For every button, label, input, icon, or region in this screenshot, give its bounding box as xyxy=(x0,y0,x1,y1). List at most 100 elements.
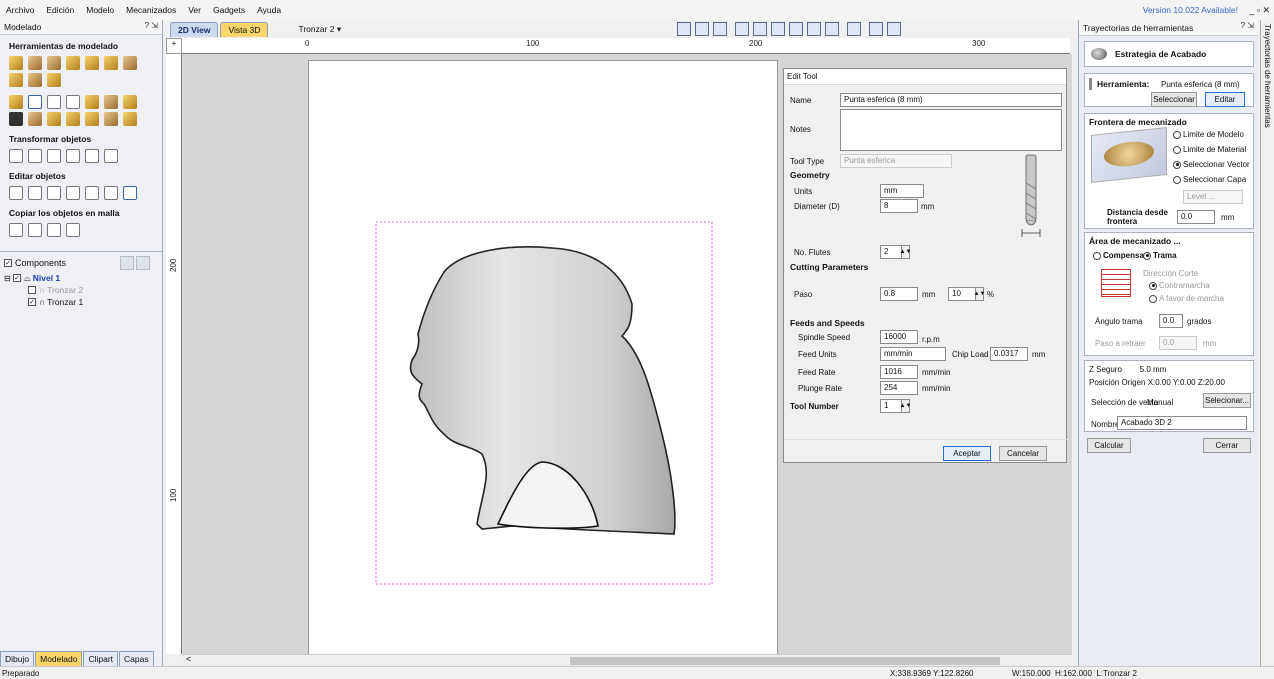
offset-option[interactable]: Compensa xyxy=(1093,251,1144,260)
raster-option[interactable]: Trama xyxy=(1143,251,1177,260)
measure-icon[interactable] xyxy=(104,186,118,200)
move-up-icon[interactable] xyxy=(120,256,134,270)
item2-checkbox[interactable]: ✓ xyxy=(28,298,36,306)
zoom-all-icon[interactable] xyxy=(771,22,786,36)
flutes-spinner[interactable]: ▲▼ xyxy=(900,245,911,259)
texture-icon[interactable] xyxy=(9,73,23,87)
version-link[interactable]: Version 10.022 Available! xyxy=(1143,0,1238,20)
import-model-icon[interactable] xyxy=(104,95,118,109)
level-checkbox[interactable]: ✓ xyxy=(13,274,21,282)
grid-icon[interactable] xyxy=(713,22,728,36)
lock-icon[interactable] xyxy=(85,112,99,126)
menu-modelo[interactable]: Modelo xyxy=(80,0,120,20)
item1-checkbox[interactable] xyxy=(28,286,36,294)
edit-tool-button[interactable]: Editar xyxy=(1205,92,1245,107)
relief-icon[interactable] xyxy=(123,112,137,126)
fade-icon[interactable] xyxy=(104,56,118,70)
tab-2d-view[interactable]: 2D View xyxy=(170,21,219,37)
plunge-input[interactable]: 254 xyxy=(880,381,918,395)
smooth-icon[interactable] xyxy=(85,56,99,70)
tree-item-row[interactable]: ∩ Tronzar 2 xyxy=(4,284,162,296)
snap-icon[interactable] xyxy=(807,22,822,36)
tab-capas[interactable]: Capas xyxy=(119,651,154,666)
flatten-icon[interactable] xyxy=(123,56,137,70)
ungroup-icon[interactable] xyxy=(85,186,99,200)
tab-3d-view[interactable]: Vista 3D xyxy=(220,21,269,37)
paso-percent-input[interactable]: 10 xyxy=(948,287,976,301)
retract-input[interactable]: 0.0 xyxy=(1159,336,1197,350)
bulb-icon[interactable] xyxy=(847,22,862,36)
frontier-option[interactable]: Limite de Material xyxy=(1173,145,1246,154)
ok-button[interactable]: Aceptar xyxy=(943,446,991,461)
scroll-left-arrow[interactable]: < xyxy=(186,654,191,664)
move-down-icon[interactable] xyxy=(136,256,150,270)
panel-header-buttons[interactable]: ? ⇲ xyxy=(145,21,158,30)
mirror-icon[interactable] xyxy=(47,95,61,109)
group-icon[interactable] xyxy=(66,186,80,200)
paso-input[interactable]: 0.8 xyxy=(880,287,918,301)
paso-spinner[interactable]: ▲▼ xyxy=(974,287,985,301)
climb-option[interactable]: Contramarcha xyxy=(1149,281,1210,290)
copy-along-vector-icon[interactable] xyxy=(47,223,61,237)
horizontal-scrollbar[interactable]: < xyxy=(182,654,1072,666)
select-tool-button[interactable]: Seleccionar xyxy=(1151,92,1197,107)
tilt-icon[interactable] xyxy=(28,73,42,87)
pattern-icon[interactable] xyxy=(28,112,42,126)
level-select[interactable]: Level ... xyxy=(1183,190,1243,204)
toolpath-name-input[interactable]: Acabado 3D 2 xyxy=(1117,416,1247,430)
toolpaths-header-buttons[interactable]: ? ⇲ xyxy=(1241,21,1254,30)
tool-name-input[interactable]: Punta esferica (8 mm) xyxy=(840,93,1062,107)
tab-modelado[interactable]: Modelado xyxy=(35,651,83,666)
calculate-button[interactable]: Calcular xyxy=(1087,438,1131,453)
tool-type-select[interactable]: Punta esferica xyxy=(840,154,952,168)
arch-icon[interactable] xyxy=(66,112,80,126)
select-icon[interactable] xyxy=(9,186,23,200)
ruler-corner[interactable]: + xyxy=(166,38,182,54)
cancel-button[interactable]: Cancelar xyxy=(999,446,1047,461)
toolpath-view-icon[interactable] xyxy=(869,22,884,36)
wrench-icon[interactable] xyxy=(9,112,23,126)
menu-gadgets[interactable]: Gadgets xyxy=(207,0,251,20)
bitmap-icon[interactable] xyxy=(123,95,137,109)
rotate-icon[interactable] xyxy=(47,149,61,163)
angle-input[interactable]: 0.0 xyxy=(1159,314,1183,328)
menu-ver[interactable]: Ver xyxy=(182,0,207,20)
node-edit-icon[interactable] xyxy=(28,186,42,200)
frontier-option[interactable]: Seleccionar Vector xyxy=(1173,160,1250,169)
tab-clipart[interactable]: Clipart xyxy=(83,651,119,666)
align-icon[interactable] xyxy=(85,149,99,163)
bake-icon[interactable] xyxy=(28,95,42,109)
mound-icon[interactable] xyxy=(104,112,118,126)
vector-select-button[interactable]: Selecionar... xyxy=(1203,393,1251,408)
components-checkbox[interactable]: ✓ xyxy=(4,259,12,267)
layout-icon[interactable] xyxy=(695,22,710,36)
scale-icon[interactable] xyxy=(28,149,42,163)
notes-textarea[interactable] xyxy=(840,109,1062,151)
move-icon[interactable] xyxy=(66,95,80,109)
scroll-thumb[interactable] xyxy=(570,657,1000,665)
dome-icon[interactable] xyxy=(47,112,61,126)
tool-number-spinner[interactable]: ▲▼ xyxy=(900,399,911,413)
circular-copy-icon[interactable] xyxy=(28,223,42,237)
menu-ayuda[interactable]: Ayuda xyxy=(251,0,287,20)
sculpt-icon[interactable] xyxy=(66,56,80,70)
toolpaths-side-tab[interactable]: Trayectorias de herramientas xyxy=(1260,20,1274,666)
transform-edit-icon[interactable] xyxy=(47,186,61,200)
mirror-object-icon[interactable] xyxy=(66,149,80,163)
split-view-icon[interactable] xyxy=(887,22,902,36)
feed-units-select[interactable]: mm/min xyxy=(880,347,946,361)
sheet-view-icon[interactable] xyxy=(677,22,692,36)
extrude-icon[interactable] xyxy=(28,56,42,70)
two-rail-sweep-icon[interactable] xyxy=(47,56,61,70)
tree-level-row[interactable]: ⊟ ✓ ⌓ Nivel 1 xyxy=(4,272,162,284)
diameter-input[interactable]: 8 xyxy=(880,199,918,213)
pan-icon[interactable] xyxy=(735,22,750,36)
distort-icon[interactable] xyxy=(85,95,99,109)
shape-creator-icon[interactable] xyxy=(9,56,23,70)
component-icon[interactable] xyxy=(9,95,23,109)
spindle-input[interactable]: 16000 xyxy=(880,330,918,344)
window-controls[interactable]: _ ▫ ✕ xyxy=(1249,0,1270,20)
block-copy-icon[interactable] xyxy=(9,223,23,237)
frontier-option[interactable]: Limite de Modelo xyxy=(1173,130,1244,139)
close-button[interactable]: Cerrar xyxy=(1203,438,1251,453)
